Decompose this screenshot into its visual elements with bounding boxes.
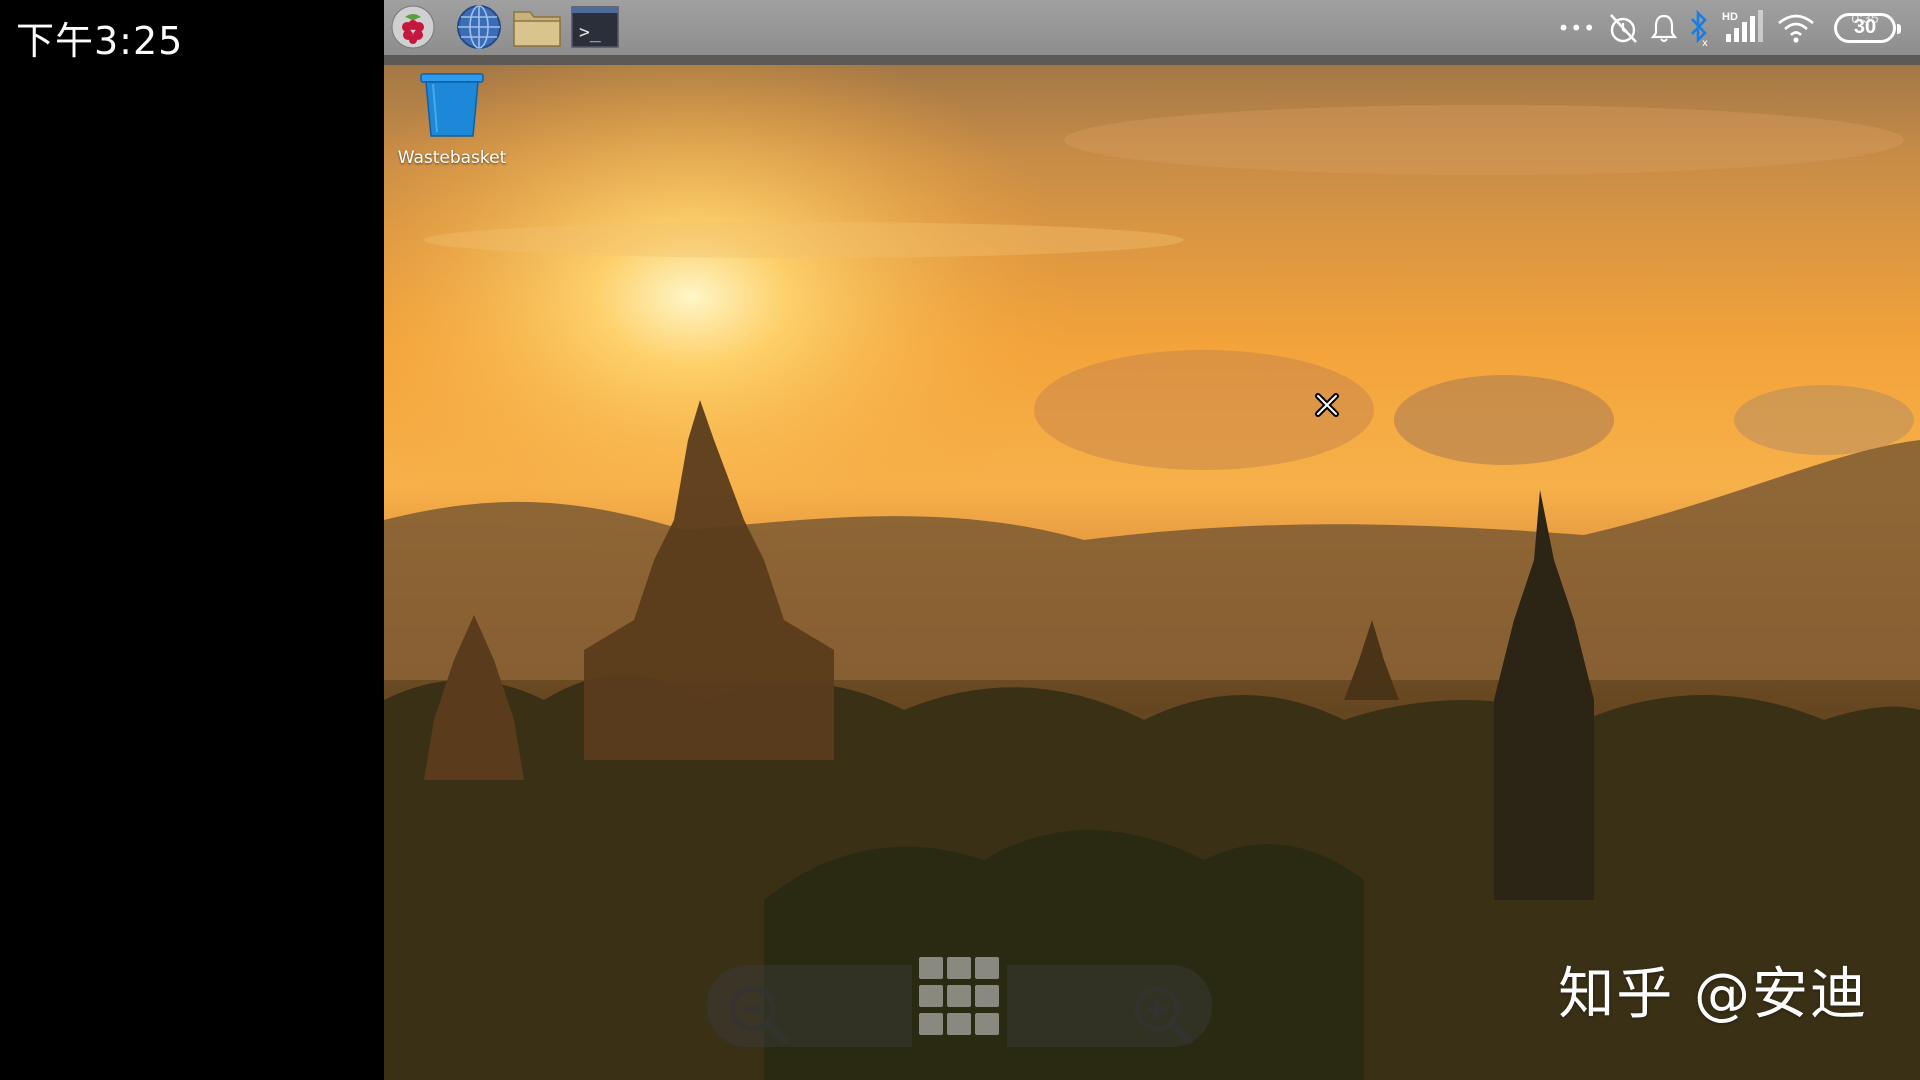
more-icon[interactable]: ••• [1558, 0, 1596, 55]
zoom-out-icon [730, 986, 789, 1045]
wastebasket-icon [420, 73, 484, 137]
terminal-button[interactable]: >_ [570, 4, 620, 50]
wallpaper-image [384, 0, 1920, 1080]
wifi-icon [1776, 0, 1816, 55]
alarm-off-icon [1606, 0, 1640, 55]
folder-icon [513, 11, 561, 47]
terminal-icon: >_ [571, 6, 619, 48]
svg-text:HD: HD [1722, 11, 1738, 23]
battery-indicator: 0:35 30 [1834, 0, 1901, 55]
web-browser-button[interactable] [454, 4, 504, 50]
globe-icon [457, 5, 501, 49]
svg-text:x: x [1702, 38, 1708, 47]
mobile-signal-icon: HD [1720, 0, 1766, 55]
wastebasket-label: Wastebasket [397, 148, 507, 168]
zoom-in-button[interactable] [1007, 965, 1212, 1047]
bluetooth-icon: x [1688, 0, 1710, 55]
remote-desktop[interactable]: >_ ••• x HD 0:35 30 Wastebasket 知乎 @安迪 [384, 0, 1920, 1080]
file-manager-button[interactable] [512, 4, 562, 50]
android-status-time: 下午3:25 [16, 19, 184, 63]
zoom-controls [707, 955, 1212, 1051]
zoom-in-icon [1134, 986, 1193, 1045]
watermark-text: 知乎 @安迪 [1558, 962, 1868, 1027]
desktop-icon-wastebasket[interactable]: Wastebasket [390, 72, 514, 168]
zoom-out-button[interactable] [707, 965, 912, 1047]
taskbar: >_ ••• x HD 0:35 30 [384, 0, 1920, 65]
grid-icon [919, 957, 999, 1035]
crosshair-cursor-icon [1315, 393, 1339, 417]
raspberry-menu-button[interactable] [388, 4, 438, 50]
grid-button[interactable] [917, 955, 1002, 1040]
svg-text:>_: >_ [579, 22, 601, 43]
battery-level: 30 [1834, 12, 1901, 43]
raspberry-icon [391, 5, 435, 49]
bell-icon [1650, 0, 1678, 55]
system-tray: ••• x HD 0:35 30 [1558, 0, 1906, 55]
